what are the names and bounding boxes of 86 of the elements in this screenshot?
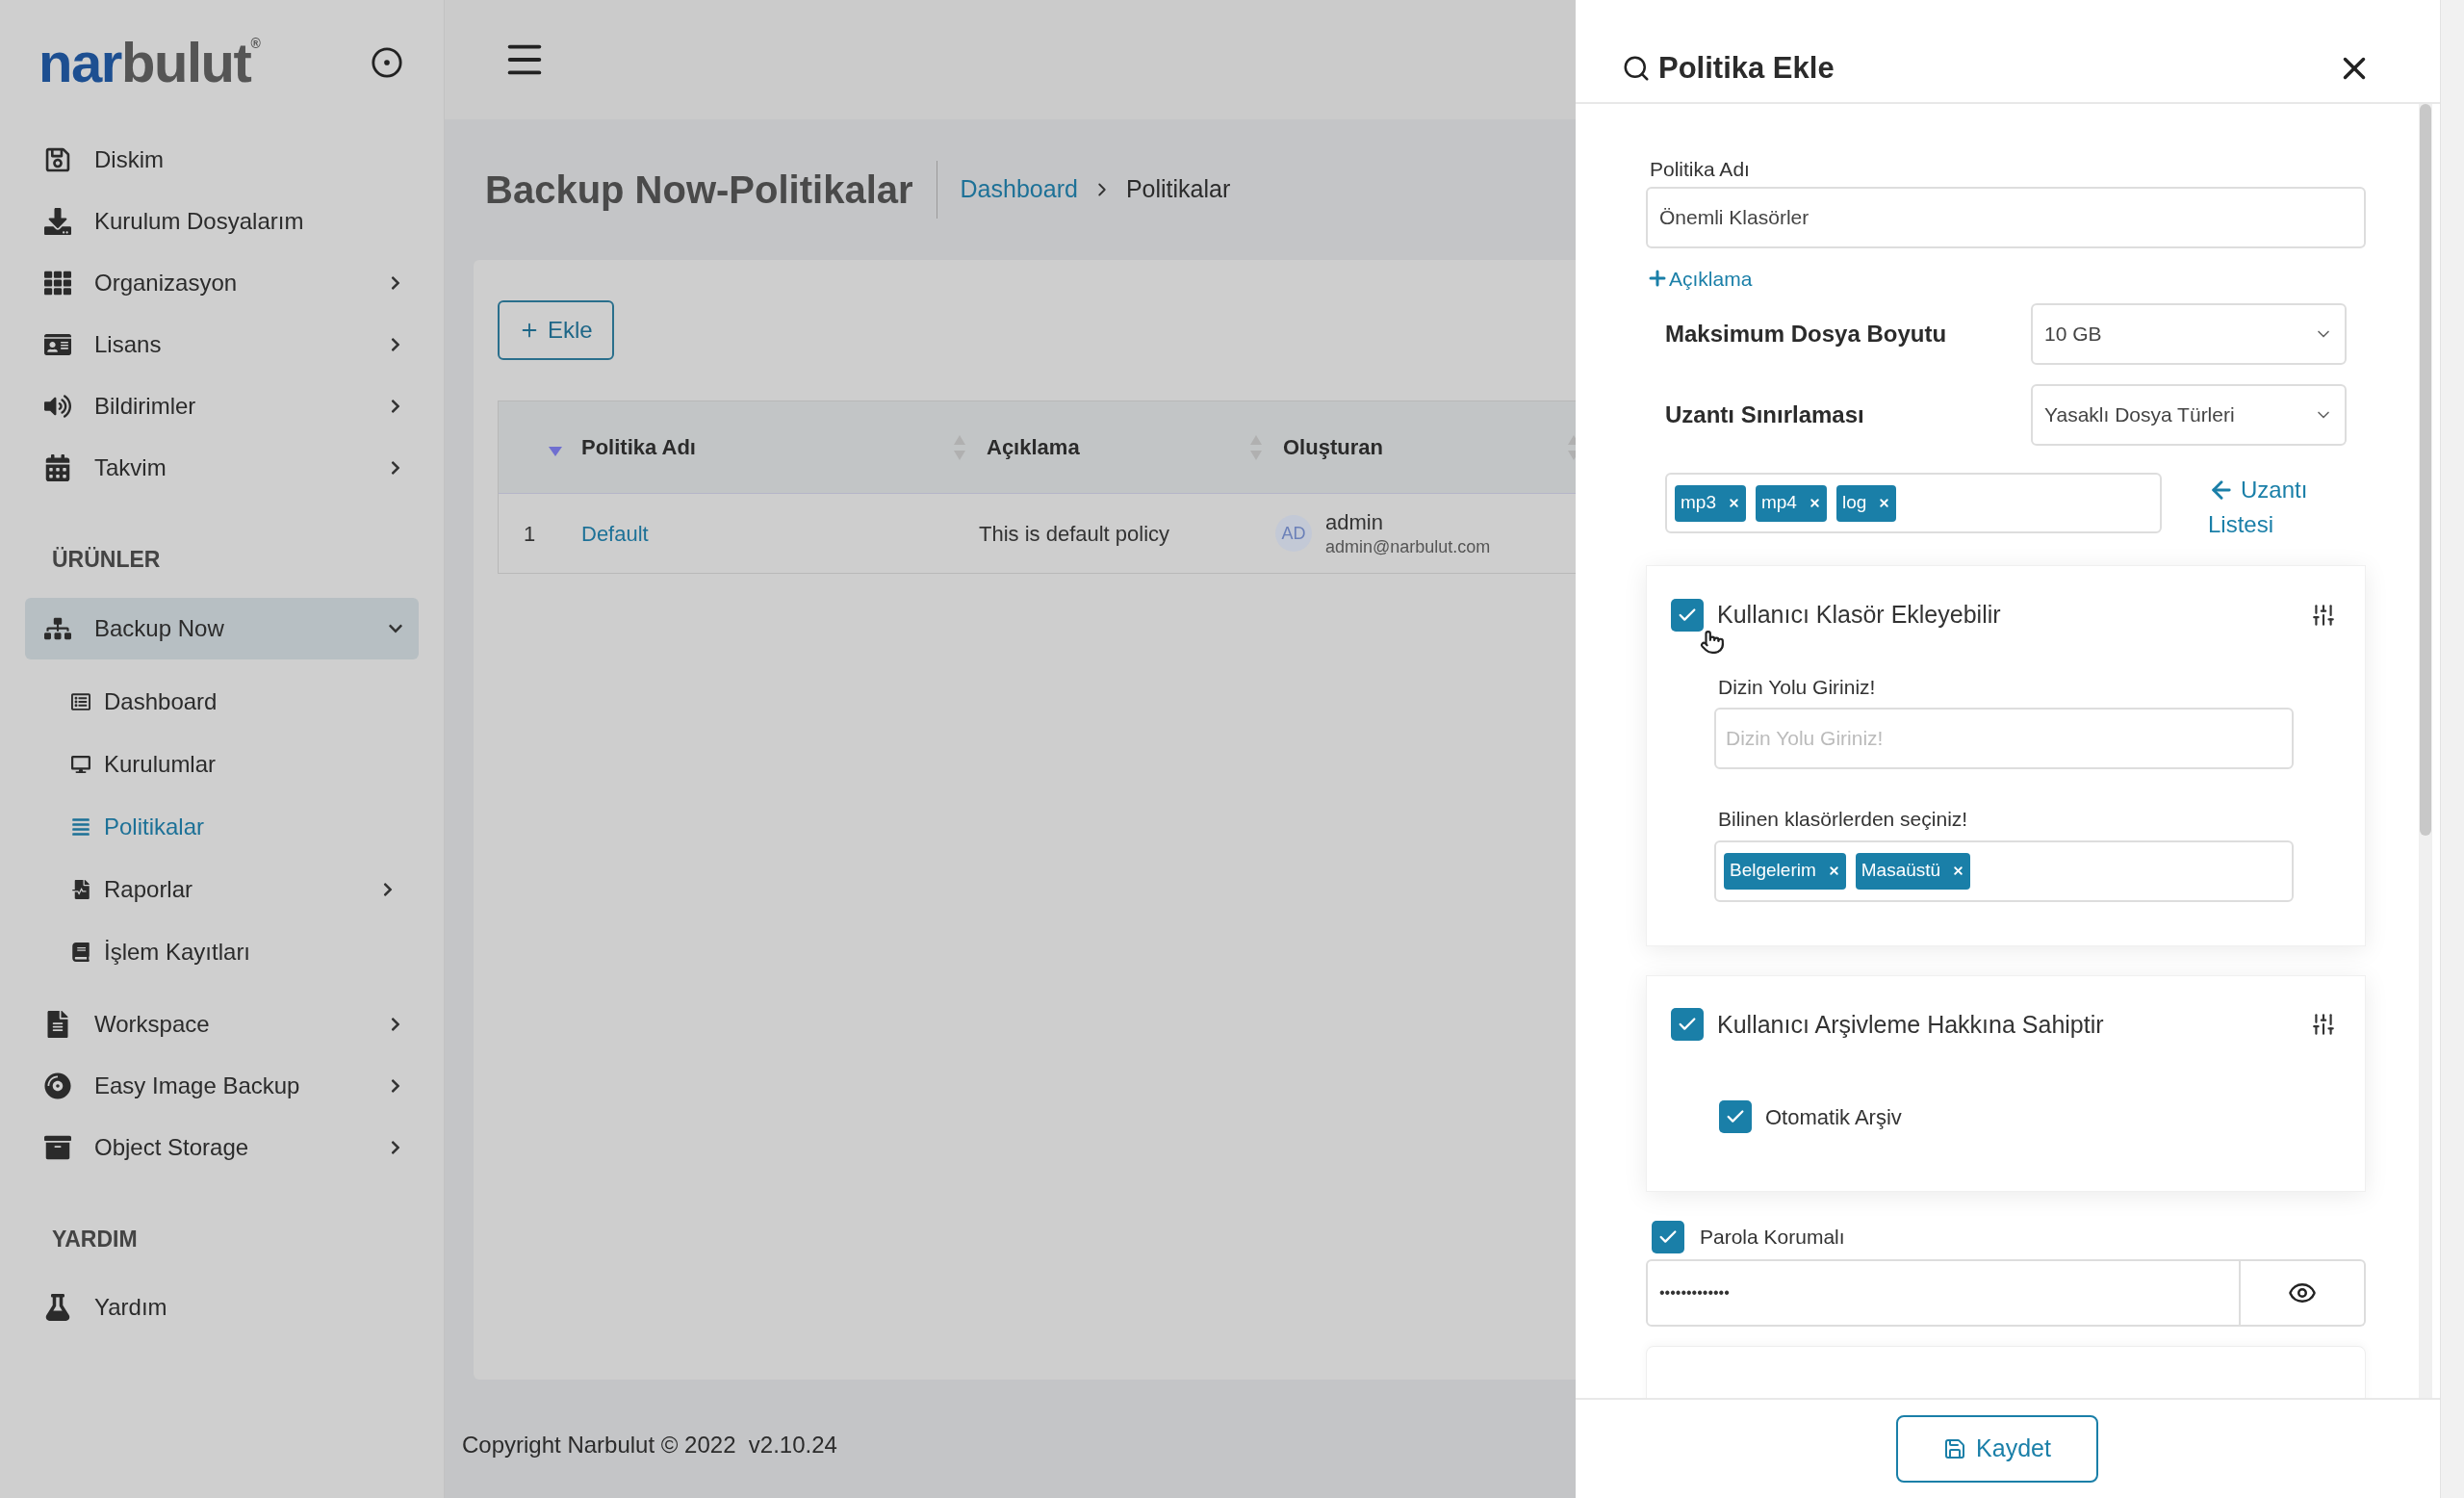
scrollbar-thumb[interactable] (2420, 104, 2431, 836)
tag-input[interactable]: mp3 mp4 log (1665, 473, 2162, 533)
nav-item[interactable]: Raporlar (46, 858, 415, 921)
remove-icon[interactable] (1878, 497, 1891, 509)
table-cell-text: This is default policy (978, 520, 1171, 548)
tag[interactable]: mp3 (1675, 484, 1746, 522)
row-number: 1 (523, 520, 537, 548)
field-label: Uzantı Sınırlaması (1665, 400, 1865, 429)
checkbox[interactable] (1719, 1100, 1752, 1133)
checkbox[interactable] (1671, 598, 1704, 632)
tag[interactable]: Masaüstü (1855, 852, 1971, 890)
sliders-icon[interactable] (2311, 602, 2336, 628)
column-header[interactable]: Açıklama (987, 431, 1080, 463)
size-select[interactable]: 10 GB (2031, 303, 2347, 365)
id-card-icon (44, 331, 71, 358)
tag[interactable]: log (1835, 484, 1897, 522)
checkbox-label: Parola Korumalı (1700, 1225, 1845, 1251)
search-icon (1622, 54, 1651, 83)
cursor-hand-icon (1700, 630, 1725, 655)
creator-email: admin@narbulut.com (1325, 535, 1491, 557)
drawer-title: Politika Ekle (1658, 49, 1835, 87)
checkbox[interactable] (1652, 1221, 1684, 1253)
nav-item[interactable]: Workspace (25, 993, 419, 1055)
remove-icon[interactable] (1727, 497, 1740, 509)
sort-down-icon[interactable] (549, 446, 562, 456)
field-label: Politika Adı (1649, 157, 1751, 182)
section-title: Kullanıcı Klasör Ekleyebilir (1717, 600, 2002, 630)
field-label: Maksimum Dosya Boyutu (1665, 320, 1948, 349)
monitor-icon (71, 755, 90, 774)
list-icon (71, 692, 90, 711)
book-icon (71, 943, 90, 962)
nav-item[interactable]: Yardım (25, 1277, 419, 1338)
creator-name: admin (1325, 509, 1384, 536)
sliders-icon[interactable] (2311, 1012, 2336, 1038)
tag-input[interactable]: Belgelerim Masaüstü (1714, 839, 2294, 902)
speaker-icon (44, 393, 71, 420)
extension-list-link[interactable]: Uzantı Listesi (2208, 473, 2323, 542)
flask-icon (44, 1294, 71, 1321)
nav-item[interactable]: Bildirimler (25, 375, 419, 437)
nav-item[interactable]: Lisans (25, 314, 419, 375)
nav-item[interactable]: Takvim (25, 437, 419, 499)
section-title: Kullanıcı Arşivleme Hakkına Sahiptir (1717, 1009, 2105, 1040)
report-file-icon (71, 880, 90, 899)
avatar: AD (1275, 515, 1312, 552)
input-field[interactable]: Önemli Klasörler (1646, 186, 2366, 248)
column-header[interactable]: Politika Adı (581, 431, 696, 463)
add-description-link[interactable]: Açıklama (1646, 263, 2366, 294)
nav-item[interactable]: Diskim (25, 129, 419, 191)
nav-item[interactable]: İşlem Kayıtları (46, 920, 415, 984)
tag[interactable]: Belgelerim (1724, 852, 1846, 890)
field-label: Dizin Yolu Giriniz! (1717, 674, 1877, 700)
checkbox-label: Otomatik Arşiv (1765, 1103, 1902, 1131)
tag[interactable]: mp4 (1755, 484, 1827, 522)
checkbox[interactable] (1671, 1008, 1704, 1042)
download-icon (44, 208, 71, 235)
footer-text: Copyright Narbulut © 2022 v2.10.24 (461, 1431, 838, 1459)
column-header[interactable]: Oluşturan (1283, 431, 1383, 463)
logo: narbulut® (38, 35, 260, 90)
nav-item[interactable]: Kurulum Dosyalarım (25, 191, 419, 252)
page-scrollbar[interactable] (2440, 0, 2464, 1498)
nav-item[interactable]: Kurulumlar (46, 733, 415, 796)
show-password-button[interactable] (2241, 1259, 2366, 1327)
breadcrumb-current: Politikalar (1125, 174, 1231, 205)
archive-box-icon (44, 1133, 71, 1161)
nav-item[interactable]: Easy Image Backup (25, 1054, 419, 1117)
nav-item[interactable]: Dashboard (46, 670, 415, 734)
target-icon[interactable] (371, 46, 403, 79)
remove-icon[interactable] (1952, 865, 1965, 877)
input-field[interactable]: Dizin Yolu Giriniz! (1714, 708, 2294, 769)
remove-icon[interactable] (1808, 497, 1821, 509)
nav-item[interactable]: Organizasyon (25, 252, 419, 314)
password-field[interactable]: ••••••••••••• (1646, 1259, 2241, 1327)
field-label: Bilinen klasörlerden seçiniz! (1717, 807, 1969, 832)
section-heading: YARDIM (51, 1225, 139, 1253)
add-button[interactable]: Ekle (498, 300, 614, 360)
remove-icon[interactable] (1827, 865, 1840, 877)
restriction-select[interactable]: Yasaklı Dosya Türleri (2031, 384, 2347, 446)
save-icon (1943, 1437, 1967, 1460)
grid-icon (44, 270, 71, 297)
lines-icon (71, 817, 90, 837)
calendar-icon (44, 454, 71, 481)
section-heading: ÜRÜNLER (51, 546, 162, 574)
save-button[interactable]: Kaydet (1896, 1415, 2098, 1483)
nav-item[interactable]: Object Storage (25, 1116, 419, 1178)
nav-item[interactable]: Backup Now (25, 597, 419, 659)
page-title: Backup Now-Politikalar (485, 168, 913, 213)
